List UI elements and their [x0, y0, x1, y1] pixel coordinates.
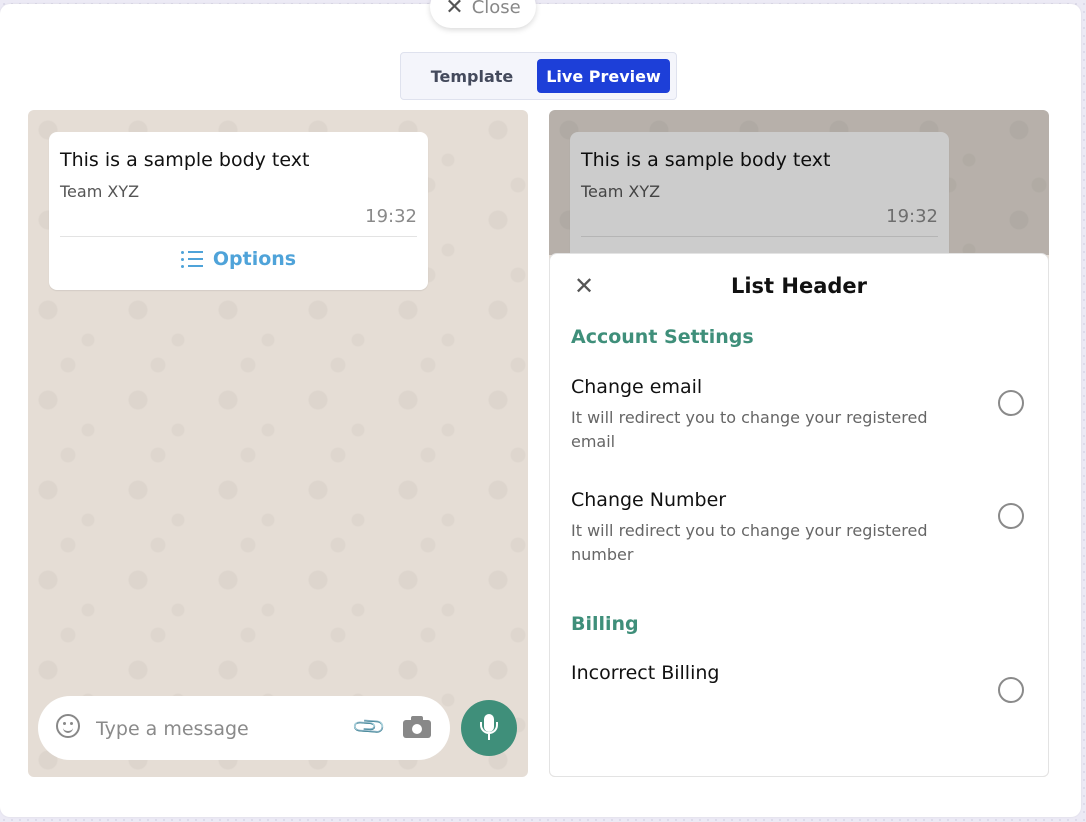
- row-title: Incorrect Billing: [571, 662, 720, 684]
- close-label: Close: [471, 0, 521, 18]
- view-toggle: Template Live Preview: [400, 52, 677, 100]
- close-icon: ✕: [445, 0, 464, 20]
- list-header: List Header: [730, 274, 868, 298]
- camera-icon[interactable]: [403, 716, 431, 738]
- preview-modal: ✕ Close Template Live Preview This is a …: [0, 0, 1081, 817]
- message-time: 19:32: [365, 206, 417, 227]
- emoji-icon[interactable]: [56, 714, 80, 738]
- row-description: It will redirect you to change your regi…: [571, 521, 928, 564]
- tab-live-preview[interactable]: Live Preview: [537, 59, 670, 93]
- row-title: Change Number: [571, 489, 727, 511]
- options-button[interactable]: Options: [49, 248, 428, 270]
- mic-button[interactable]: [461, 700, 517, 756]
- list-sheet: ✕ List Header Account Settings Change em…: [549, 253, 1049, 777]
- close-button[interactable]: ✕ Close: [430, 0, 536, 28]
- list-icon: [180, 250, 203, 268]
- message-body: This is a sample body text: [60, 149, 310, 171]
- message-divider: [60, 236, 417, 237]
- radio-incorrect-billing[interactable]: [998, 677, 1024, 703]
- message-input[interactable]: [94, 714, 338, 744]
- row-description: It will redirect you to change your regi…: [571, 408, 928, 451]
- radio-change-email[interactable]: [998, 390, 1024, 416]
- section-title: Account Settings: [571, 326, 754, 348]
- dim-overlay[interactable]: [549, 110, 1049, 255]
- chat-preview: This is a sample body text Team XYZ 19:3…: [28, 110, 528, 777]
- radio-change-number[interactable]: [998, 503, 1024, 529]
- options-label: Options: [212, 248, 297, 270]
- tab-template[interactable]: Template: [417, 59, 527, 93]
- live-preview: This is a sample body text Team XYZ 19:3…: [549, 110, 1049, 777]
- row-title: Change email: [571, 376, 703, 398]
- message-bubble: This is a sample body text Team XYZ 19:3…: [49, 132, 428, 290]
- message-composer: 📎: [38, 696, 450, 760]
- attachment-icon[interactable]: 📎: [351, 709, 388, 746]
- section-title: Billing: [571, 613, 639, 635]
- message-footer: Team XYZ: [60, 182, 140, 201]
